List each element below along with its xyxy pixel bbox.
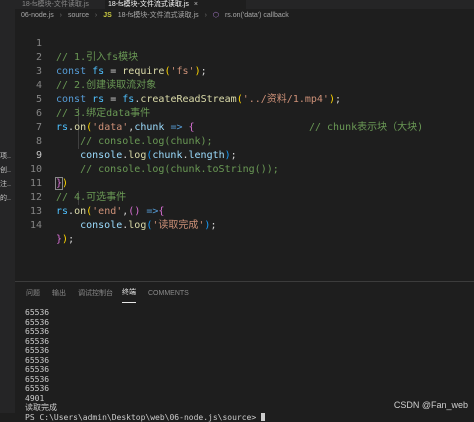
code-line: 3 // 2.创建读取流对象: [15, 51, 474, 65]
breadcrumb-source[interactable]: source: [68, 12, 89, 19]
terminal-line: 65536: [25, 337, 474, 347]
tab-file-read[interactable]: 18-fs模块-文件读取.js: [19, 0, 89, 9]
chevron-right-icon: ›: [60, 12, 62, 19]
js-file-icon: JS: [103, 12, 112, 19]
terminal-line: 65536: [25, 375, 474, 385]
code-line: 7 // console.log(chunk);: [15, 107, 474, 121]
chevron-right-icon: ›: [205, 12, 207, 19]
panel-divider: [15, 281, 474, 282]
code-line: 14 });: [15, 205, 474, 219]
code-line: 10 }): [15, 149, 474, 163]
tab-label: 18-fs模块-文件流式读取.js: [108, 1, 189, 8]
cube-icon: ⬡: [213, 12, 219, 19]
tab-file-stream-read[interactable]: 18-fs模块-文件流式读取.js ×: [105, 0, 246, 9]
explorer-truncated-labels: 项.. 创.. 注.. 的..: [0, 150, 15, 206]
code-line: 12 rs.on('end',() =>{: [15, 177, 474, 191]
tab-label: 18-fs模块-文件读取.js: [22, 1, 89, 8]
breadcrumb-symbol[interactable]: rs.on('data') callback: [225, 12, 289, 19]
explorer-label[interactable]: 创..: [0, 164, 15, 178]
breadcrumb-folder[interactable]: 06-node.js: [21, 12, 54, 19]
tab-problems[interactable]: 问题: [26, 284, 40, 304]
activity-bar: [0, 0, 15, 413]
tab-debug-console[interactable]: 调试控制台: [78, 284, 113, 304]
terminal-line: 65536: [25, 308, 474, 318]
explorer-label[interactable]: 的..: [0, 192, 15, 206]
code-line: 1 // 1.引入fs模块: [15, 23, 474, 37]
terminal-line: 65536: [25, 365, 474, 375]
prompt-text: PS C:\Users\admin\Desktop\web\06-node.js…: [25, 413, 261, 422]
line-code: });: [56, 233, 74, 247]
terminal-prompt[interactable]: PS C:\Users\admin\Desktop\web\06-node.js…: [25, 413, 474, 422]
code-line: 4 const rs = fs.createReadStream('../资料/…: [15, 65, 474, 79]
terminal-cursor: [261, 413, 265, 421]
terminal-line: 65536: [25, 318, 474, 328]
code-line: 2 const fs = require('fs');: [15, 37, 474, 51]
terminal-line: 65536: [25, 327, 474, 337]
terminal-line: 65536: [25, 384, 474, 394]
line-code: console.log('读取完成');: [56, 219, 216, 233]
code-line: 11 // 4.可选事件: [15, 163, 474, 177]
chevron-right-icon: ›: [95, 12, 97, 19]
explorer-label[interactable]: 注..: [0, 178, 15, 192]
code-line: 8 console.log(chunk.length);: [15, 121, 474, 135]
code-line: 13 console.log('读取完成');: [15, 191, 474, 205]
breadcrumb-file[interactable]: 18-fs模块-文件流式读取.js: [118, 12, 199, 19]
breadcrumb: 06-node.js › source › JS 18-fs模块-文件流式读取.…: [15, 9, 474, 23]
tab-output[interactable]: 输出: [52, 284, 66, 304]
tab-terminal[interactable]: 终端: [122, 284, 136, 303]
editor-tabs: 18-fs模块-文件读取.js 18-fs模块-文件流式读取.js ×: [15, 0, 474, 9]
code-line: 5 // 3.绑定data事件: [15, 79, 474, 93]
watermark: CSDN @Fan_web: [394, 400, 468, 410]
explorer-label[interactable]: 项..: [0, 150, 15, 164]
code-line: 6 rs.on('data',chunk => { // chunk表示块（大块…: [15, 93, 474, 107]
terminal-line: 65536: [25, 356, 474, 366]
line-number: 14: [15, 219, 42, 233]
tab-comments[interactable]: COMMENTS: [148, 284, 189, 304]
code-line: 9 // console.log(chunk.toString());: [15, 135, 474, 149]
panel-tabs: 问题 输出 调试控制台 终端 COMMENTS: [15, 284, 474, 304]
close-icon[interactable]: ×: [194, 1, 198, 8]
code-editor[interactable]: 1 // 1.引入fs模块 2 const fs = require('fs')…: [15, 23, 474, 278]
terminal-line: 65536: [25, 346, 474, 356]
